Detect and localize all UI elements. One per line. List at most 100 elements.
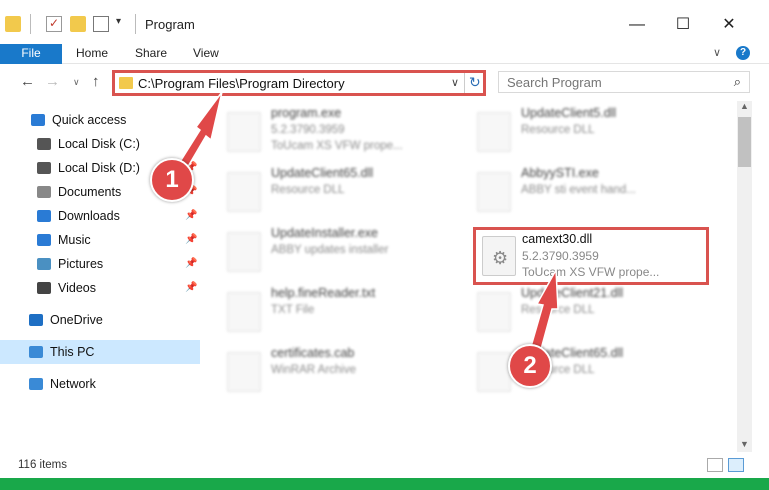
- sidebar-item-label: Music: [58, 233, 91, 247]
- onedrive-icon: [29, 314, 43, 326]
- expand-ribbon-chevron-icon[interactable]: ∨: [713, 46, 721, 59]
- address-divider: [464, 73, 465, 93]
- file-name: UpdateInstaller.exe: [271, 226, 379, 240]
- callout-one: 1: [150, 158, 194, 202]
- bottom-strip: [0, 478, 769, 490]
- file-item[interactable]: UpdateClient65.dll Resource DLL: [205, 164, 455, 220]
- scroll-down-arrow-icon[interactable]: ▼: [740, 439, 749, 449]
- forward-arrow-icon[interactable]: →: [45, 73, 60, 90]
- gear-icon: ⚙: [492, 248, 509, 268]
- tab-view[interactable]: View: [193, 44, 219, 64]
- file-detail: ABBY sti event hand...: [521, 184, 636, 196]
- file-name: AbbyySTI.exe: [521, 166, 599, 180]
- file-detail: Resource DLL: [521, 304, 595, 316]
- tab-home[interactable]: Home: [76, 44, 108, 64]
- maximize-button[interactable]: ☐: [660, 8, 706, 42]
- search-input[interactable]: [499, 72, 719, 92]
- pc-icon: [29, 346, 43, 358]
- customize-toolbar-chevron-icon[interactable]: ▾: [116, 16, 121, 27]
- help-icon[interactable]: ?: [736, 46, 750, 60]
- file-name: UpdateClient21.dll: [521, 286, 624, 300]
- documents-icon: [37, 186, 51, 198]
- search-box[interactable]: ⌕: [498, 71, 750, 93]
- scroll-thumb[interactable]: [738, 117, 751, 167]
- pin-icon[interactable]: 📌: [185, 228, 197, 252]
- sidebar-item[interactable]: Quick access: [0, 108, 200, 132]
- sidebar-item[interactable]: Local Disk (C:): [0, 132, 200, 156]
- file-name: help.fineReader.txt: [271, 286, 376, 300]
- file-item[interactable]: certificates.cab WinRAR Archive: [205, 344, 455, 400]
- file-item[interactable]: UpdateInstaller.exe ABBY updates installe…: [205, 224, 455, 280]
- pin-icon[interactable]: 📌: [185, 204, 197, 228]
- file-icon: [477, 352, 511, 392]
- address-bar[interactable]: C:\Program Files\Program Directory ∨ ↻: [112, 70, 486, 96]
- sidebar-item-label: OneDrive: [50, 313, 103, 327]
- file-name: certificates.cab: [271, 346, 355, 360]
- sidebar-item-label: Videos: [58, 281, 96, 295]
- recent-locations-chevron-icon[interactable]: ∨: [73, 77, 80, 88]
- close-button[interactable]: ✕: [706, 8, 752, 42]
- videos-icon: [37, 282, 51, 294]
- file-description: ToUcam XS VFW prope...: [271, 140, 403, 152]
- properties-check-icon[interactable]: ✓: [46, 16, 62, 32]
- file-icon: [227, 292, 261, 332]
- file-item[interactable]: UpdateClient65.dll Resource DLL: [455, 344, 705, 400]
- sidebar-item[interactable]: Downloads 📌: [0, 204, 200, 228]
- window-title: Program: [145, 17, 195, 32]
- file-name: UpdateClient5.dll: [521, 106, 617, 120]
- view-options-icon[interactable]: [93, 16, 109, 32]
- file-version: 5.2.3790.3959: [522, 249, 599, 263]
- sidebar-item[interactable]: OneDrive: [0, 308, 200, 332]
- file-icon: [227, 112, 261, 152]
- folder-icon: [119, 77, 133, 89]
- sidebar-item[interactable]: Network: [0, 372, 200, 396]
- network-icon: [29, 378, 43, 390]
- large-icons-view-icon[interactable]: [728, 458, 744, 472]
- up-arrow-icon[interactable]: ↑: [92, 73, 100, 90]
- new-folder-icon[interactable]: [70, 16, 86, 32]
- scroll-up-arrow-icon[interactable]: ▲: [740, 101, 749, 111]
- ribbon-tabs: File Home Share View ∨ ?: [0, 44, 769, 64]
- back-arrow-icon[interactable]: ←: [20, 73, 35, 90]
- sidebar-item-label: This PC: [50, 345, 95, 359]
- sidebar-item-label: Quick access: [52, 113, 127, 127]
- callout-two: 2: [508, 344, 552, 388]
- file-name: UpdateClient65.dll: [271, 166, 374, 180]
- drive-icon: [37, 162, 51, 174]
- file-name: program.exe: [271, 106, 342, 120]
- file-detail: TXT File: [271, 304, 315, 316]
- sidebar-item[interactable]: Music 📌: [0, 228, 200, 252]
- file-item[interactable]: AbbyySTI.exe ABBY sti event hand...: [455, 164, 705, 220]
- star-icon: [31, 114, 45, 126]
- refresh-icon[interactable]: ↻: [469, 74, 481, 91]
- pin-icon[interactable]: 📌: [185, 276, 197, 300]
- file-item[interactable]: UpdateClient5.dll Resource DLL: [455, 104, 705, 160]
- file-item[interactable]: UpdateClient21.dll Resource DLL: [455, 284, 705, 340]
- file-detail: WinRAR Archive: [271, 364, 356, 376]
- file-item[interactable]: help.fineReader.txt TXT File: [205, 284, 455, 340]
- folder-icon: [5, 16, 21, 32]
- sidebar-item-label: Downloads: [58, 209, 120, 223]
- address-path[interactable]: C:\Program Files\Program Directory: [138, 76, 345, 91]
- highlighted-file-item[interactable]: ⚙ camext30.dll 5.2.3790.3959 ToUcam XS V…: [473, 227, 709, 285]
- toolbar-divider: [30, 14, 31, 34]
- minimize-button[interactable]: —: [614, 8, 660, 42]
- file-icon: [477, 292, 511, 332]
- details-view-icon[interactable]: [707, 458, 723, 472]
- sidebar-item[interactable]: This PC: [0, 340, 200, 364]
- tab-file[interactable]: File: [0, 44, 62, 64]
- file-item[interactable]: program.exe 5.2.3790.3959 ToUcam XS VFW pr…: [205, 104, 455, 160]
- address-history-chevron-icon[interactable]: ∨: [451, 76, 459, 89]
- search-icon: ⌕: [733, 74, 741, 89]
- sidebar-item[interactable]: Videos 📌: [0, 276, 200, 300]
- sidebar-item-label: Pictures: [58, 257, 104, 271]
- tab-share[interactable]: Share: [135, 44, 167, 64]
- sidebar-item[interactable]: Pictures 📌: [0, 252, 200, 276]
- status-bar: 116 items: [0, 452, 769, 478]
- vertical-scrollbar[interactable]: ▲ ▼: [737, 101, 752, 452]
- sidebar-item-label: Local Disk (D:): [58, 161, 140, 175]
- file-detail: ABBY updates installer: [271, 244, 389, 256]
- sidebar-item-label: Local Disk (C:): [58, 137, 140, 151]
- file-detail: Resource DLL: [521, 124, 595, 136]
- pin-icon[interactable]: 📌: [185, 252, 197, 276]
